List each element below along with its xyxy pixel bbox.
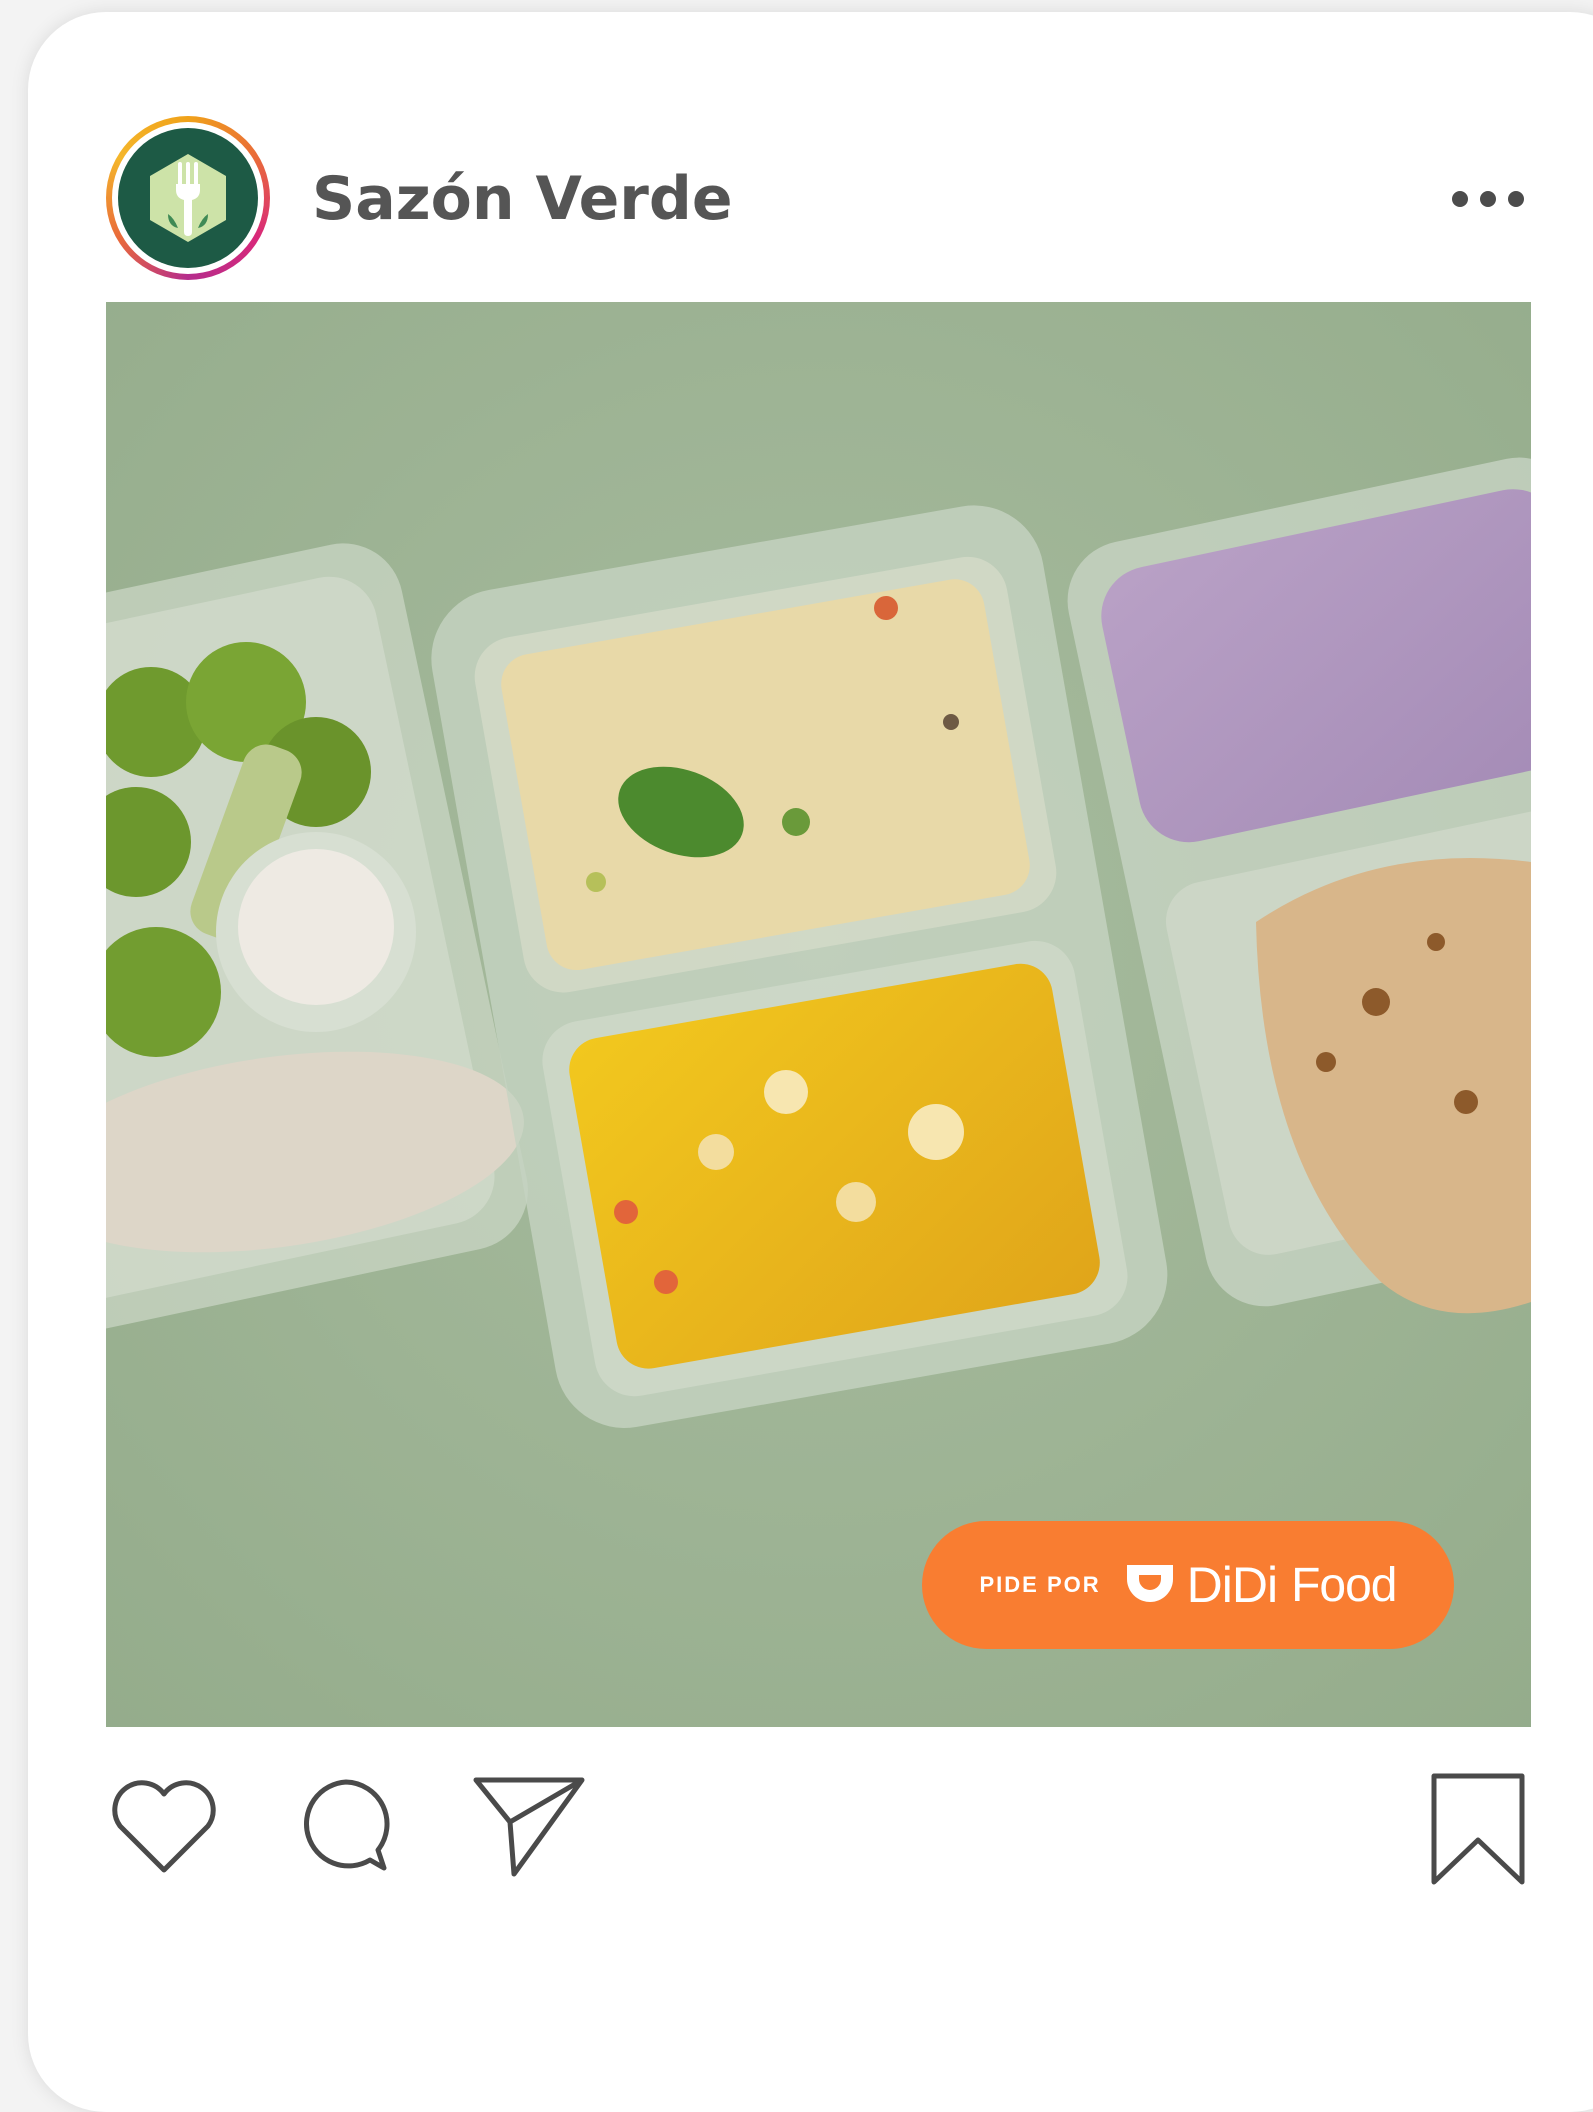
brand-food: Food bbox=[1291, 1558, 1397, 1612]
bookmark-icon[interactable] bbox=[1428, 1770, 1528, 1890]
order-cta-button[interactable]: PIDE POR DiDi Food bbox=[922, 1521, 1454, 1649]
didi-logo-icon bbox=[1126, 1565, 1173, 1602]
post-header: Sazón Verde bbox=[0, 0, 1593, 300]
didi-food-logo: DiDi Food bbox=[1123, 1556, 1397, 1614]
post-actions bbox=[0, 1760, 1593, 1885]
account-name[interactable]: Sazón Verde bbox=[312, 164, 733, 234]
brand-didi: DiDi bbox=[1186, 1557, 1278, 1613]
heart-icon[interactable] bbox=[108, 1778, 220, 1878]
cta-prefix: PIDE POR bbox=[979, 1572, 1101, 1597]
send-icon[interactable] bbox=[470, 1772, 588, 1880]
comment-icon[interactable] bbox=[296, 1774, 396, 1874]
food-containers-photo bbox=[106, 302, 1531, 1727]
avatar[interactable] bbox=[106, 116, 270, 280]
post-image[interactable]: PIDE POR DiDi Food bbox=[106, 302, 1531, 1727]
fork-leaf-logo-icon bbox=[118, 128, 258, 268]
more-horizontal-icon[interactable] bbox=[1452, 178, 1572, 220]
